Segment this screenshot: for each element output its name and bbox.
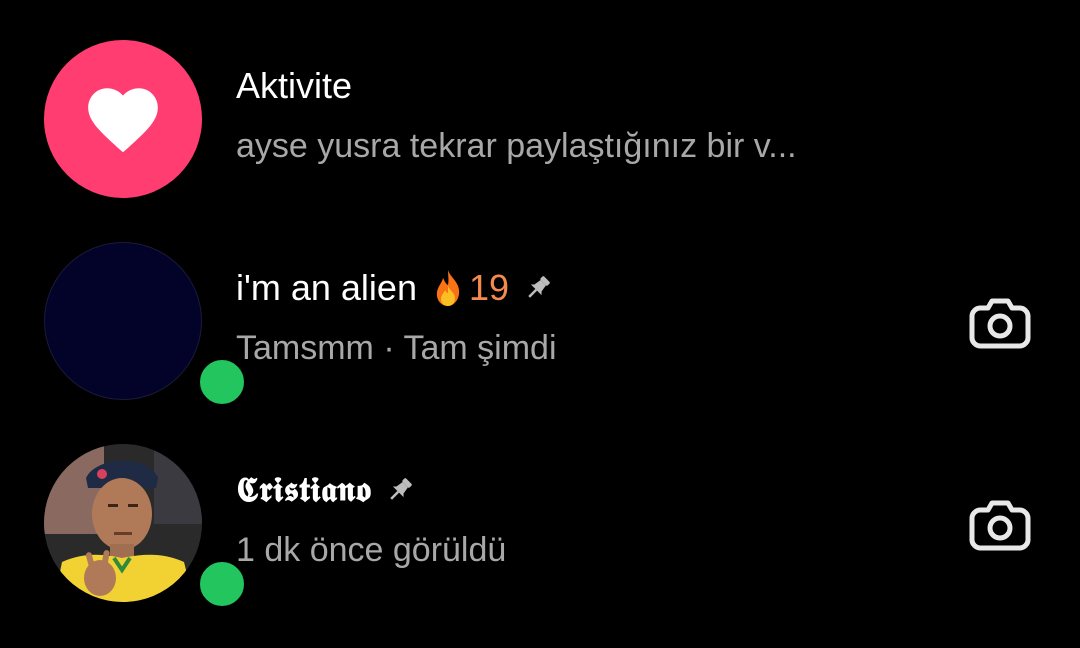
- alien-title-line: i'm an alien 19: [236, 266, 557, 310]
- thread-row-alien[interactable]: i'm an alien 19 Tamsmm · Tam şimdi: [0, 236, 1080, 412]
- cristiano-subtitle: 1 dk önce görüldü: [236, 531, 507, 569]
- alien-avatar: [44, 242, 202, 400]
- thread-row-cristiano[interactable]: 𝕮𝖗𝖎𝖘𝖙𝖎𝖆𝖓𝖔 1 dk önce görüldü: [0, 438, 1080, 614]
- activity-avatar: [44, 40, 202, 198]
- alien-subtitle: Tamsmm · Tam şimdi: [236, 329, 557, 367]
- streak-count: 19: [468, 267, 510, 308]
- activity-avatar-wrap: [44, 40, 204, 200]
- cristiano-text: 𝕮𝖗𝖎𝖘𝖙𝖎𝖆𝖓𝖔 1 dk önce görüldü: [236, 468, 506, 570]
- camera-icon: [969, 298, 1031, 349]
- thread-list: Aktivite ayse yusra tekrar paylaştığınız…: [0, 0, 1080, 648]
- activity-row[interactable]: Aktivite ayse yusra tekrar paylaştığınız…: [0, 34, 1080, 204]
- activity-subtitle: ayse yusra tekrar paylaştığınız bir v...: [236, 127, 797, 165]
- cristiano-title-line: 𝕮𝖗𝖎𝖘𝖙𝖎𝖆𝖓𝖔: [236, 468, 506, 512]
- cristiano-title: 𝕮𝖗𝖎𝖘𝖙𝖎𝖆𝖓𝖔: [236, 470, 372, 510]
- camera-icon: [969, 500, 1031, 551]
- heart-icon: [88, 88, 158, 153]
- alien-title: i'm an alien: [236, 267, 417, 308]
- alien-text: i'm an alien 19 Tamsmm · Tam şimdi: [236, 266, 557, 368]
- camera-button[interactable]: [966, 288, 1034, 356]
- activity-title: Aktivite: [236, 65, 353, 106]
- fire-icon: [436, 270, 460, 306]
- profile-photo: [44, 444, 202, 602]
- activity-text: Aktivite ayse yusra tekrar paylaştığınız…: [236, 64, 797, 166]
- pin-icon: [390, 478, 413, 500]
- cristiano-avatar: [44, 444, 202, 602]
- cristiano-avatar-wrap: [44, 444, 252, 614]
- camera-button[interactable]: [966, 490, 1034, 558]
- alien-avatar-wrap: [44, 242, 252, 412]
- pin-icon: [528, 276, 550, 298]
